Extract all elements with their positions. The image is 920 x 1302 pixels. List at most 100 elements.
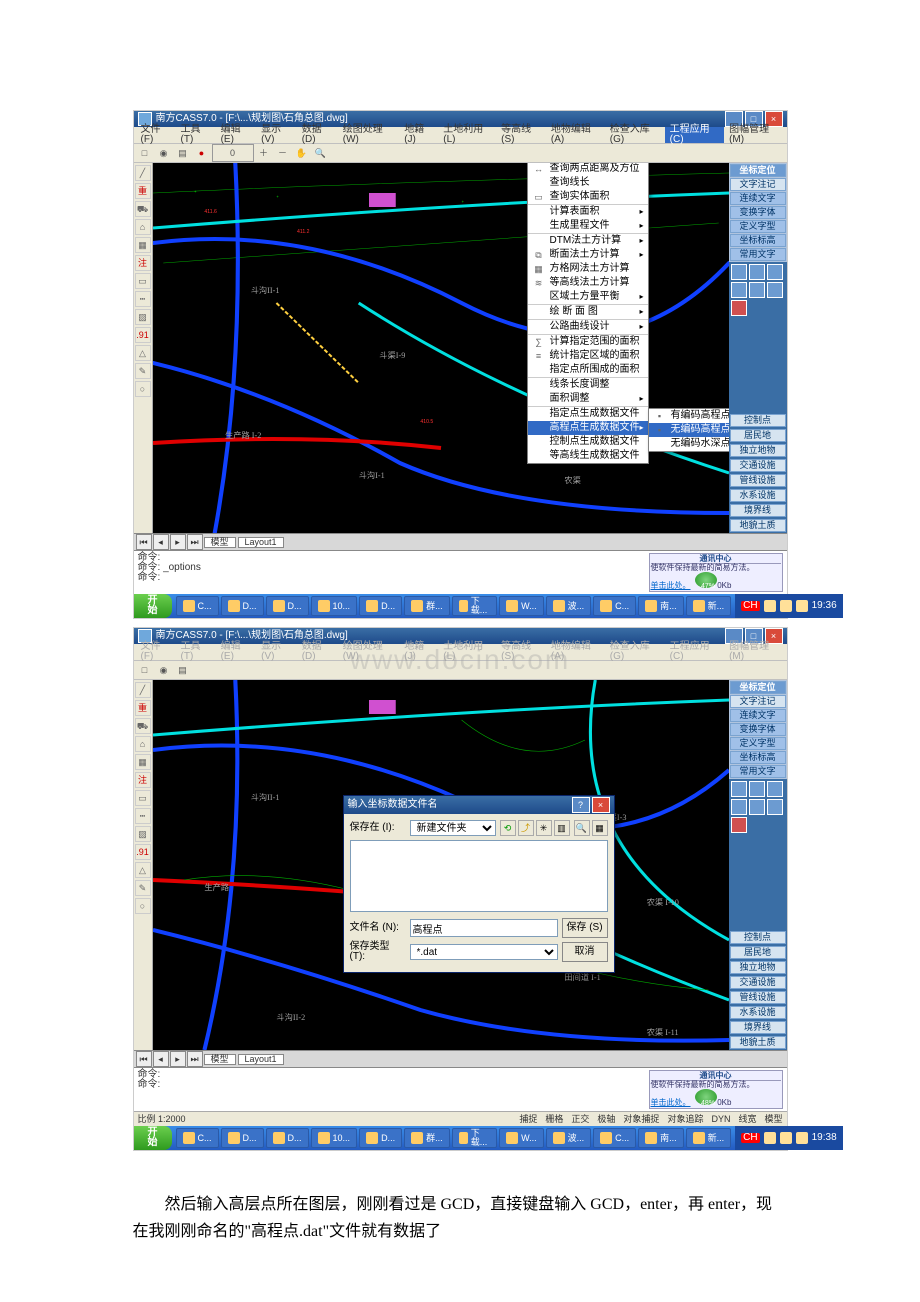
rp-style[interactable]: 定义字型 bbox=[730, 737, 786, 750]
file-list[interactable] bbox=[350, 840, 608, 912]
tool-color-icon[interactable]: 0 bbox=[212, 144, 254, 162]
tray-icon[interactable] bbox=[780, 600, 792, 612]
rp-pipe[interactable]: 管线设施 bbox=[730, 991, 786, 1004]
drawing-canvas[interactable]: 斗沟II-1 生产路 斗沟II-2 农渠I-3 田间道 I-1 农渠 I-10 … bbox=[153, 680, 729, 1050]
lt-circ-icon[interactable]: ○ bbox=[135, 381, 151, 397]
lt-grid-icon[interactable]: ▦ bbox=[135, 237, 151, 253]
dd-gen-ctrl[interactable]: 控制点生成数据文件 bbox=[528, 435, 648, 449]
task-item[interactable]: D... bbox=[221, 596, 264, 616]
otrack-button[interactable]: 对象追踪 bbox=[667, 1115, 703, 1124]
task-item[interactable]: 下载... bbox=[452, 596, 498, 616]
rp-text[interactable]: 文字注记 bbox=[730, 695, 786, 708]
task-item[interactable]: W... bbox=[499, 596, 544, 616]
rp-terrain[interactable]: 地貌土质 bbox=[730, 1036, 786, 1049]
tool-zoomin-icon[interactable]: ＋ bbox=[255, 144, 273, 162]
tab-first-icon[interactable]: ⏮ bbox=[136, 1051, 152, 1067]
tab-model[interactable]: 模型 bbox=[204, 1054, 236, 1065]
rp-icon[interactable] bbox=[767, 781, 783, 797]
sub-depth[interactable]: 无编码水深点 bbox=[649, 437, 729, 451]
rp-icon[interactable] bbox=[767, 799, 783, 815]
lt-rect-icon[interactable]: ▭ bbox=[135, 790, 151, 806]
dd-gen-elev[interactable]: 高程点生成数据文件▸ ▪有编码高程点 ▪无编码高程点 无编码水深点 bbox=[528, 421, 648, 435]
dd-query-area[interactable]: ▭查询实体面积 bbox=[528, 190, 648, 205]
lt-bold-icon[interactable]: 重 bbox=[135, 183, 151, 199]
savedlg-close-button[interactable]: × bbox=[592, 797, 610, 813]
rp-icon[interactable] bbox=[731, 817, 747, 833]
lt-pen-icon[interactable]: ✎ bbox=[135, 880, 151, 896]
rp-style[interactable]: 定义字型 bbox=[730, 220, 786, 233]
dd-road-curve[interactable]: 公路曲线设计▸ bbox=[528, 320, 648, 335]
back-icon[interactable]: ⟲ bbox=[500, 820, 516, 836]
newfolder-icon[interactable]: ✳ bbox=[536, 820, 552, 836]
rp-icon-1[interactable] bbox=[731, 264, 747, 280]
menu-contour[interactable]: 等高线(S) bbox=[496, 127, 546, 143]
polar-button[interactable]: 极轴 bbox=[597, 1115, 615, 1124]
rp-icon-3[interactable] bbox=[767, 264, 783, 280]
msg-link[interactable]: 单击此处。 bbox=[651, 581, 691, 590]
task-item[interactable]: C... bbox=[593, 1128, 636, 1148]
task-item[interactable]: C... bbox=[593, 596, 636, 616]
rp-border[interactable]: 境界线 bbox=[730, 504, 786, 517]
rp-resident[interactable]: 居民地 bbox=[730, 946, 786, 959]
rp-pos[interactable]: 坐标定位 bbox=[730, 681, 786, 694]
ortho-button[interactable]: 正交 bbox=[571, 1115, 589, 1124]
tab-last-icon[interactable]: ⏭ bbox=[187, 534, 203, 550]
folder-select[interactable]: 新建文件夹 bbox=[410, 820, 496, 836]
tray-icon[interactable] bbox=[796, 600, 808, 612]
lt-pen-icon[interactable]: ✎ bbox=[135, 363, 151, 379]
dd-calc-surface[interactable]: 计算表面积▸ bbox=[528, 205, 648, 219]
save-button[interactable]: 保存 (S) bbox=[562, 918, 608, 938]
task-item[interactable]: 下载... bbox=[452, 1128, 498, 1148]
rp-cont-text[interactable]: 连续文字 bbox=[730, 709, 786, 722]
rp-icon-4[interactable] bbox=[731, 282, 747, 298]
rp-icon[interactable] bbox=[749, 799, 765, 815]
tool-pan-icon[interactable]: ✋ bbox=[293, 144, 311, 162]
rp-icon[interactable] bbox=[731, 799, 747, 815]
search-icon[interactable]: 🔍 bbox=[574, 820, 590, 836]
task-item[interactable]: 南... bbox=[638, 1128, 684, 1148]
lt-note-icon[interactable]: 注 bbox=[135, 255, 151, 271]
tab-next-icon[interactable]: ▸ bbox=[170, 534, 186, 550]
dd-calc-range-area[interactable]: ∑计算指定范围的面积 bbox=[528, 335, 648, 349]
lt-rect-icon[interactable]: ▭ bbox=[135, 273, 151, 289]
tool-save-icon[interactable]: ▤ bbox=[174, 661, 192, 679]
lt-grid-icon[interactable]: ▦ bbox=[135, 754, 151, 770]
lt-car-icon[interactable]: ⛟ bbox=[135, 201, 151, 217]
lt-tri-icon[interactable]: △ bbox=[135, 862, 151, 878]
task-item[interactable]: 10... bbox=[311, 596, 358, 616]
rp-ctrl[interactable]: 控制点 bbox=[730, 931, 786, 944]
menu-file[interactable]: 文件(F) bbox=[136, 127, 176, 143]
rp-font[interactable]: 变换字体 bbox=[730, 206, 786, 219]
tab-layout[interactable]: Layout1 bbox=[238, 1054, 284, 1065]
ime-icon[interactable]: CH bbox=[741, 601, 759, 611]
task-item[interactable]: D... bbox=[359, 1128, 402, 1148]
tab-prev-icon[interactable]: ◂ bbox=[153, 1051, 169, 1067]
tab-prev-icon[interactable]: ◂ bbox=[153, 534, 169, 550]
rp-elev[interactable]: 坐标标高 bbox=[730, 234, 786, 247]
rp-water[interactable]: 水系设施 bbox=[730, 1006, 786, 1019]
tool-new-icon[interactable]: □ bbox=[136, 144, 154, 162]
task-item[interactable]: W... bbox=[499, 1128, 544, 1148]
sub-coded[interactable]: ▪有编码高程点 bbox=[649, 409, 729, 423]
filetype-select[interactable]: *.dat bbox=[410, 944, 558, 960]
lt-circ-icon[interactable]: ○ bbox=[135, 898, 151, 914]
task-item[interactable]: D... bbox=[221, 1128, 264, 1148]
tool-layer-icon[interactable]: ● bbox=[193, 144, 211, 162]
ime-icon[interactable]: CH bbox=[741, 1133, 759, 1143]
tray-icon[interactable] bbox=[764, 1132, 776, 1144]
dd-stat-area[interactable]: ≡统计指定区域的面积 bbox=[528, 349, 648, 363]
rp-icon[interactable] bbox=[749, 781, 765, 797]
lt-house-icon[interactable]: ⌂ bbox=[135, 736, 151, 752]
lt-dash-icon[interactable]: ┅ bbox=[135, 808, 151, 824]
rp-border[interactable]: 境界线 bbox=[730, 1021, 786, 1034]
lt-bold-icon[interactable]: 重 bbox=[135, 700, 151, 716]
tab-model[interactable]: 模型 bbox=[204, 537, 236, 548]
lt-line-icon[interactable]: ╱ bbox=[135, 165, 151, 181]
msg-link[interactable]: 单击此处。 bbox=[651, 1098, 691, 1107]
tool-zoomout-icon[interactable]: － bbox=[274, 144, 292, 162]
dd-gen-mileage[interactable]: 生成里程文件▸ bbox=[528, 219, 648, 234]
rp-traffic[interactable]: 交通设施 bbox=[730, 976, 786, 989]
task-item[interactable]: D... bbox=[266, 1128, 309, 1148]
lt-hatch-icon[interactable]: ▨ bbox=[135, 826, 151, 842]
tab-next-icon[interactable]: ▸ bbox=[170, 1051, 186, 1067]
